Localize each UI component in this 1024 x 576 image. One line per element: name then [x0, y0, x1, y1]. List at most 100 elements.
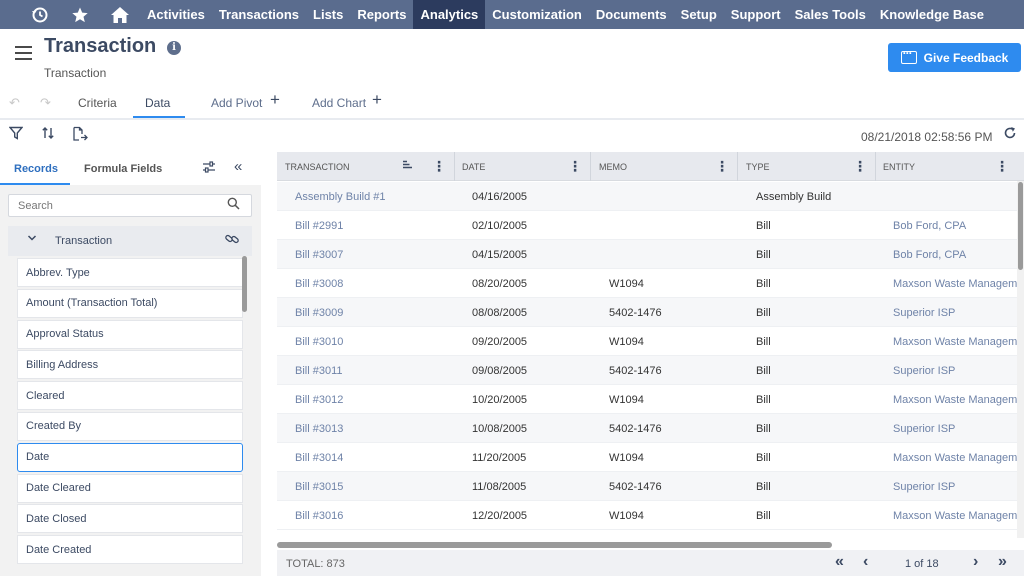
- cell-entity[interactable]: Superior ISP: [893, 356, 1017, 385]
- cell-transaction[interactable]: Bill #3013: [295, 414, 343, 443]
- table-row[interactable]: Bill #3013 10/08/2005 5402-1476 Bill Superio…: [277, 414, 1017, 443]
- field-item[interactable]: Abbrev. Type: [17, 258, 243, 287]
- table-row[interactable]: Assembly Build #1 04/16/2005 Assembly Buil…: [277, 182, 1017, 211]
- info-icon[interactable]: i: [167, 41, 181, 55]
- add-chart-button[interactable]: Add Chart: [312, 96, 366, 110]
- cell-transaction[interactable]: Bill #3014: [295, 443, 343, 472]
- column-header-transaction[interactable]: TRANSACTION: [285, 152, 350, 181]
- tab-formula-fields[interactable]: Formula Fields: [84, 163, 162, 175]
- table-row[interactable]: Bill #3015 11/08/2005 5402-1476 Bill Superio…: [277, 472, 1017, 501]
- table-row[interactable]: Bill #3010 09/20/2005 W1094 Bill Maxson Wast…: [277, 327, 1017, 356]
- column-menu-icon[interactable]: ⋮: [853, 158, 867, 175]
- history-icon[interactable]: [20, 0, 60, 29]
- give-feedback-button[interactable]: Give Feedback: [888, 43, 1021, 72]
- field-item[interactable]: Approval Status: [17, 319, 243, 349]
- collapse-panel-icon[interactable]: «: [234, 158, 242, 175]
- table-row[interactable]: Bill #3009 08/08/2005 5402-1476 Bill Superio…: [277, 298, 1017, 327]
- field-item[interactable]: Amount (Transaction Total): [17, 288, 243, 318]
- cell-type: Bill: [756, 248, 771, 261]
- panel-settings-icon[interactable]: [202, 160, 216, 177]
- field-item[interactable]: Date Created: [17, 535, 243, 565]
- nav-transactions[interactable]: Transactions: [212, 0, 306, 29]
- undo-icon[interactable]: ↶: [9, 95, 20, 111]
- column-header-type[interactable]: TYPE: [746, 152, 770, 181]
- home-icon[interactable]: [100, 0, 140, 29]
- column-menu-icon[interactable]: ⋮: [568, 158, 582, 175]
- cell-transaction[interactable]: Bill #3016: [295, 501, 343, 530]
- tab-records[interactable]: Records: [14, 163, 58, 175]
- cell-transaction[interactable]: Bill #3010: [295, 327, 343, 356]
- next-page-icon[interactable]: ›: [973, 553, 978, 571]
- add-pivot-plus-icon[interactable]: +: [270, 90, 280, 110]
- previous-page-icon[interactable]: ‹: [863, 553, 868, 571]
- cell-transaction[interactable]: Bill #3012: [295, 385, 343, 414]
- cell-entity[interactable]: Maxson Waste Management: [893, 443, 1017, 472]
- nav-customization[interactable]: Customization: [485, 0, 589, 29]
- first-page-icon[interactable]: «: [835, 553, 844, 571]
- cell-entity[interactable]: Maxson Waste Management: [893, 269, 1017, 298]
- column-menu-icon[interactable]: ⋮: [715, 158, 729, 175]
- cell-entity[interactable]: Superior ISP: [893, 298, 1017, 327]
- horizontal-scrollbar[interactable]: [277, 542, 832, 548]
- column-menu-icon[interactable]: ⋮: [995, 158, 1009, 175]
- cell-transaction[interactable]: Bill #3011: [295, 356, 343, 385]
- nav-sales-tools[interactable]: Sales Tools: [788, 0, 873, 29]
- sort-icon[interactable]: [41, 126, 55, 144]
- nav-knowledge-base[interactable]: Knowledge Base: [873, 0, 991, 29]
- nav-reports[interactable]: Reports: [350, 0, 413, 29]
- column-header-date[interactable]: DATE: [462, 152, 485, 181]
- field-item[interactable]: Date Closed: [17, 504, 243, 534]
- field-item[interactable]: Billing Address: [17, 350, 243, 380]
- field-list-scrollbar[interactable]: [242, 256, 247, 312]
- nav-activities[interactable]: Activities: [140, 0, 212, 29]
- nav-documents[interactable]: Documents: [589, 0, 674, 29]
- refresh-icon[interactable]: [1003, 126, 1017, 144]
- cell-transaction[interactable]: Bill #3008: [295, 269, 343, 298]
- sort-indicator-icon[interactable]: [402, 160, 413, 173]
- cell-transaction[interactable]: Bill #3009: [295, 298, 343, 327]
- vertical-scrollbar[interactable]: [1018, 182, 1023, 270]
- tab-data[interactable]: Data: [145, 96, 170, 110]
- table-row[interactable]: Bill #2991 02/10/2005 Bill Bob Ford, CPA: [277, 211, 1017, 240]
- field-item[interactable]: Cleared: [17, 381, 243, 411]
- field-item[interactable]: Created By: [17, 411, 243, 441]
- export-icon[interactable]: [72, 126, 88, 146]
- table-row[interactable]: Bill #3011 09/08/2005 5402-1476 Bill Superio…: [277, 356, 1017, 385]
- tab-criteria[interactable]: Criteria: [78, 96, 117, 110]
- filter-icon[interactable]: [8, 126, 24, 144]
- cell-transaction[interactable]: Bill #3007: [295, 240, 343, 269]
- table-row[interactable]: Bill #3008 08/20/2005 W1094 Bill Maxson Wast…: [277, 269, 1017, 298]
- nav-analytics[interactable]: Analytics: [413, 0, 486, 29]
- table-row[interactable]: Bill #3014 11/20/2005 W1094 Bill Maxson Wast…: [277, 443, 1017, 472]
- add-pivot-button[interactable]: Add Pivot: [211, 96, 262, 110]
- cell-entity[interactable]: Superior ISP: [893, 472, 1017, 501]
- star-icon[interactable]: [60, 0, 100, 29]
- field-item-selected[interactable]: Date: [17, 442, 243, 472]
- link-icon[interactable]: [224, 231, 240, 250]
- add-chart-plus-icon[interactable]: +: [372, 90, 382, 110]
- field-search-input[interactable]: Search: [8, 194, 252, 217]
- redo-icon[interactable]: ↷: [40, 95, 51, 111]
- column-menu-icon[interactable]: ⋮: [432, 158, 446, 175]
- nav-lists[interactable]: Lists: [306, 0, 350, 29]
- cell-entity[interactable]: Bob Ford, CPA: [893, 211, 1017, 240]
- table-row[interactable]: Bill #3016 12/20/2005 W1094 Bill Maxson Wast…: [277, 501, 1017, 530]
- column-header-memo[interactable]: MEMO: [599, 152, 627, 181]
- cell-entity[interactable]: Superior ISP: [893, 414, 1017, 443]
- nav-setup[interactable]: Setup: [674, 0, 724, 29]
- field-group-transaction[interactable]: Transaction: [8, 226, 252, 256]
- nav-support[interactable]: Support: [724, 0, 788, 29]
- cell-entity[interactable]: Maxson Waste Management: [893, 501, 1017, 530]
- cell-transaction[interactable]: Bill #2991: [295, 211, 343, 240]
- last-page-icon[interactable]: »: [998, 553, 1007, 571]
- table-row[interactable]: Bill #3007 04/15/2005 Bill Bob Ford, CPA: [277, 240, 1017, 269]
- field-item[interactable]: Date Cleared: [17, 473, 243, 503]
- cell-entity[interactable]: Maxson Waste Management: [893, 385, 1017, 414]
- cell-transaction[interactable]: Bill #3015: [295, 472, 343, 501]
- column-header-entity[interactable]: ENTITY: [883, 152, 915, 181]
- cell-entity[interactable]: Bob Ford, CPA: [893, 240, 1017, 269]
- cell-entity[interactable]: Maxson Waste Management: [893, 327, 1017, 356]
- hamburger-menu-icon[interactable]: [15, 46, 32, 60]
- table-row[interactable]: Bill #3012 10/20/2005 W1094 Bill Maxson Wast…: [277, 385, 1017, 414]
- cell-transaction[interactable]: Assembly Build #1: [295, 182, 386, 211]
